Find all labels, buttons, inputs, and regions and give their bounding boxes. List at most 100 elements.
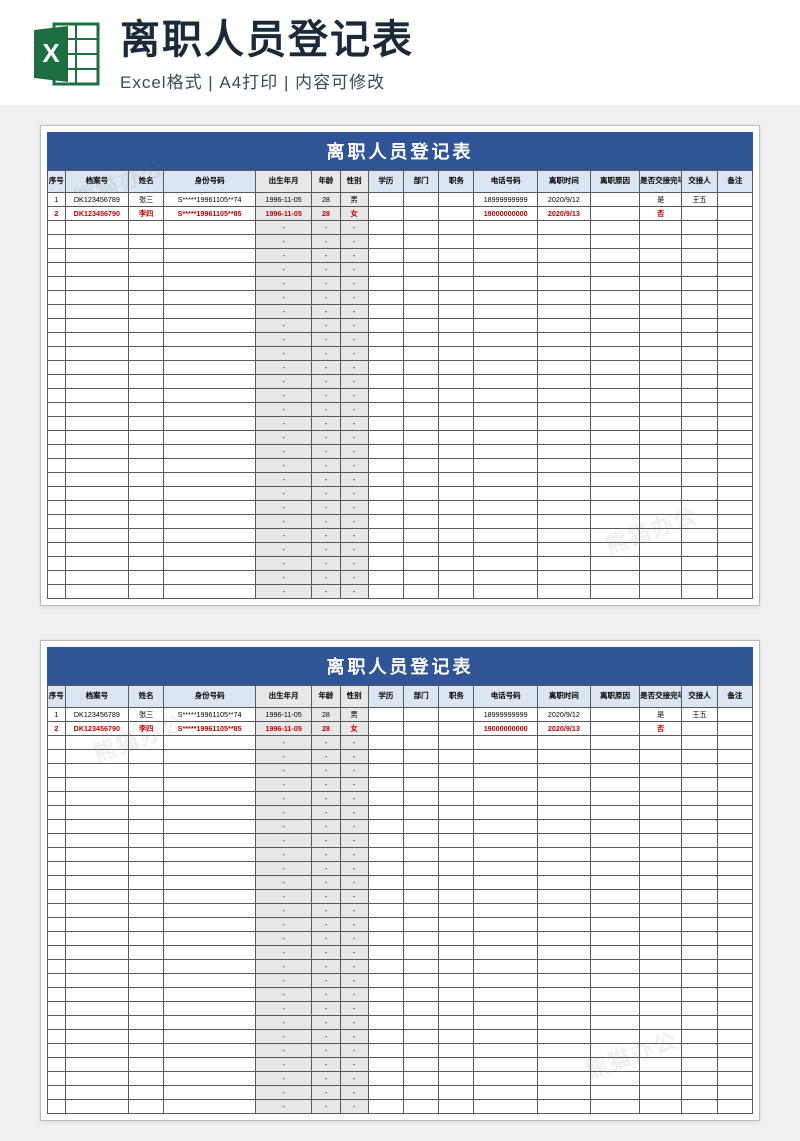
cell	[368, 834, 403, 848]
cell	[717, 207, 752, 221]
cell	[590, 960, 639, 974]
cell	[682, 487, 717, 501]
cell	[403, 403, 438, 417]
cell: -	[340, 834, 368, 848]
cell	[129, 946, 164, 960]
cell	[48, 736, 66, 750]
cell	[590, 820, 639, 834]
table-row: ---	[48, 736, 753, 750]
cell	[164, 459, 256, 473]
col-header: 电话号码	[474, 171, 537, 193]
cell	[717, 557, 752, 571]
cell	[129, 876, 164, 890]
table-row: ---	[48, 235, 753, 249]
table-body: 1DK123456789张三S*****19961105**741996-11-…	[48, 193, 753, 599]
cell	[590, 708, 639, 722]
cell	[682, 792, 717, 806]
cell	[48, 904, 66, 918]
cell	[717, 473, 752, 487]
cell: -	[312, 403, 340, 417]
cell	[403, 1100, 438, 1114]
cell	[368, 501, 403, 515]
cell: -	[340, 1086, 368, 1100]
cell	[129, 403, 164, 417]
cell: -	[312, 876, 340, 890]
cell	[537, 543, 590, 557]
cell: DK123456790	[65, 722, 128, 736]
cell	[590, 529, 639, 543]
cell	[164, 277, 256, 291]
col-header: 学历	[368, 686, 403, 708]
table-body: 1DK123456789张三S*****19961105**741996-11-…	[48, 708, 753, 1114]
cell: -	[312, 333, 340, 347]
table-row: ---	[48, 974, 753, 988]
cell: DK123456790	[65, 207, 128, 221]
cell	[537, 974, 590, 988]
cell	[48, 1086, 66, 1100]
cell: -	[340, 1058, 368, 1072]
cell	[474, 431, 537, 445]
cell	[403, 221, 438, 235]
cell: -	[255, 862, 311, 876]
cell	[403, 960, 438, 974]
cell	[590, 305, 639, 319]
cell	[164, 1058, 256, 1072]
cell	[65, 792, 128, 806]
cell	[474, 890, 537, 904]
cell	[682, 946, 717, 960]
cell	[65, 417, 128, 431]
cell: 1996-11-05	[255, 722, 311, 736]
cell	[640, 361, 682, 375]
cell	[640, 235, 682, 249]
table-row: ---	[48, 557, 753, 571]
cell	[164, 221, 256, 235]
cell: -	[312, 932, 340, 946]
cell: -	[312, 529, 340, 543]
cell	[474, 529, 537, 543]
cell	[48, 820, 66, 834]
cell: -	[340, 1016, 368, 1030]
cell	[48, 571, 66, 585]
cell: 28	[312, 193, 340, 207]
cell	[403, 291, 438, 305]
cell	[439, 764, 474, 778]
cell	[403, 932, 438, 946]
cell	[368, 736, 403, 750]
cell: -	[340, 445, 368, 459]
cell	[403, 988, 438, 1002]
cell	[474, 750, 537, 764]
cell	[682, 960, 717, 974]
table-row: ---	[48, 277, 753, 291]
cell	[65, 291, 128, 305]
cell: -	[255, 960, 311, 974]
cell	[682, 932, 717, 946]
cell	[65, 960, 128, 974]
cell	[537, 277, 590, 291]
cell	[403, 557, 438, 571]
cell	[717, 750, 752, 764]
cell	[164, 820, 256, 834]
cell	[129, 792, 164, 806]
cell: -	[312, 305, 340, 319]
cell	[590, 946, 639, 960]
cell	[682, 988, 717, 1002]
cell	[537, 403, 590, 417]
cell: -	[340, 806, 368, 820]
cell	[537, 249, 590, 263]
cell	[164, 974, 256, 988]
cell: -	[312, 319, 340, 333]
table-row: ---	[48, 764, 753, 778]
cell: -	[312, 445, 340, 459]
cell	[129, 319, 164, 333]
col-header: 部门	[403, 171, 438, 193]
cell: -	[255, 529, 311, 543]
cell	[164, 305, 256, 319]
cell: -	[340, 585, 368, 599]
cell: 18999999999	[474, 193, 537, 207]
cell: -	[340, 347, 368, 361]
cell	[368, 946, 403, 960]
cell	[368, 722, 403, 736]
cell	[368, 820, 403, 834]
cell	[129, 571, 164, 585]
cell	[640, 1058, 682, 1072]
